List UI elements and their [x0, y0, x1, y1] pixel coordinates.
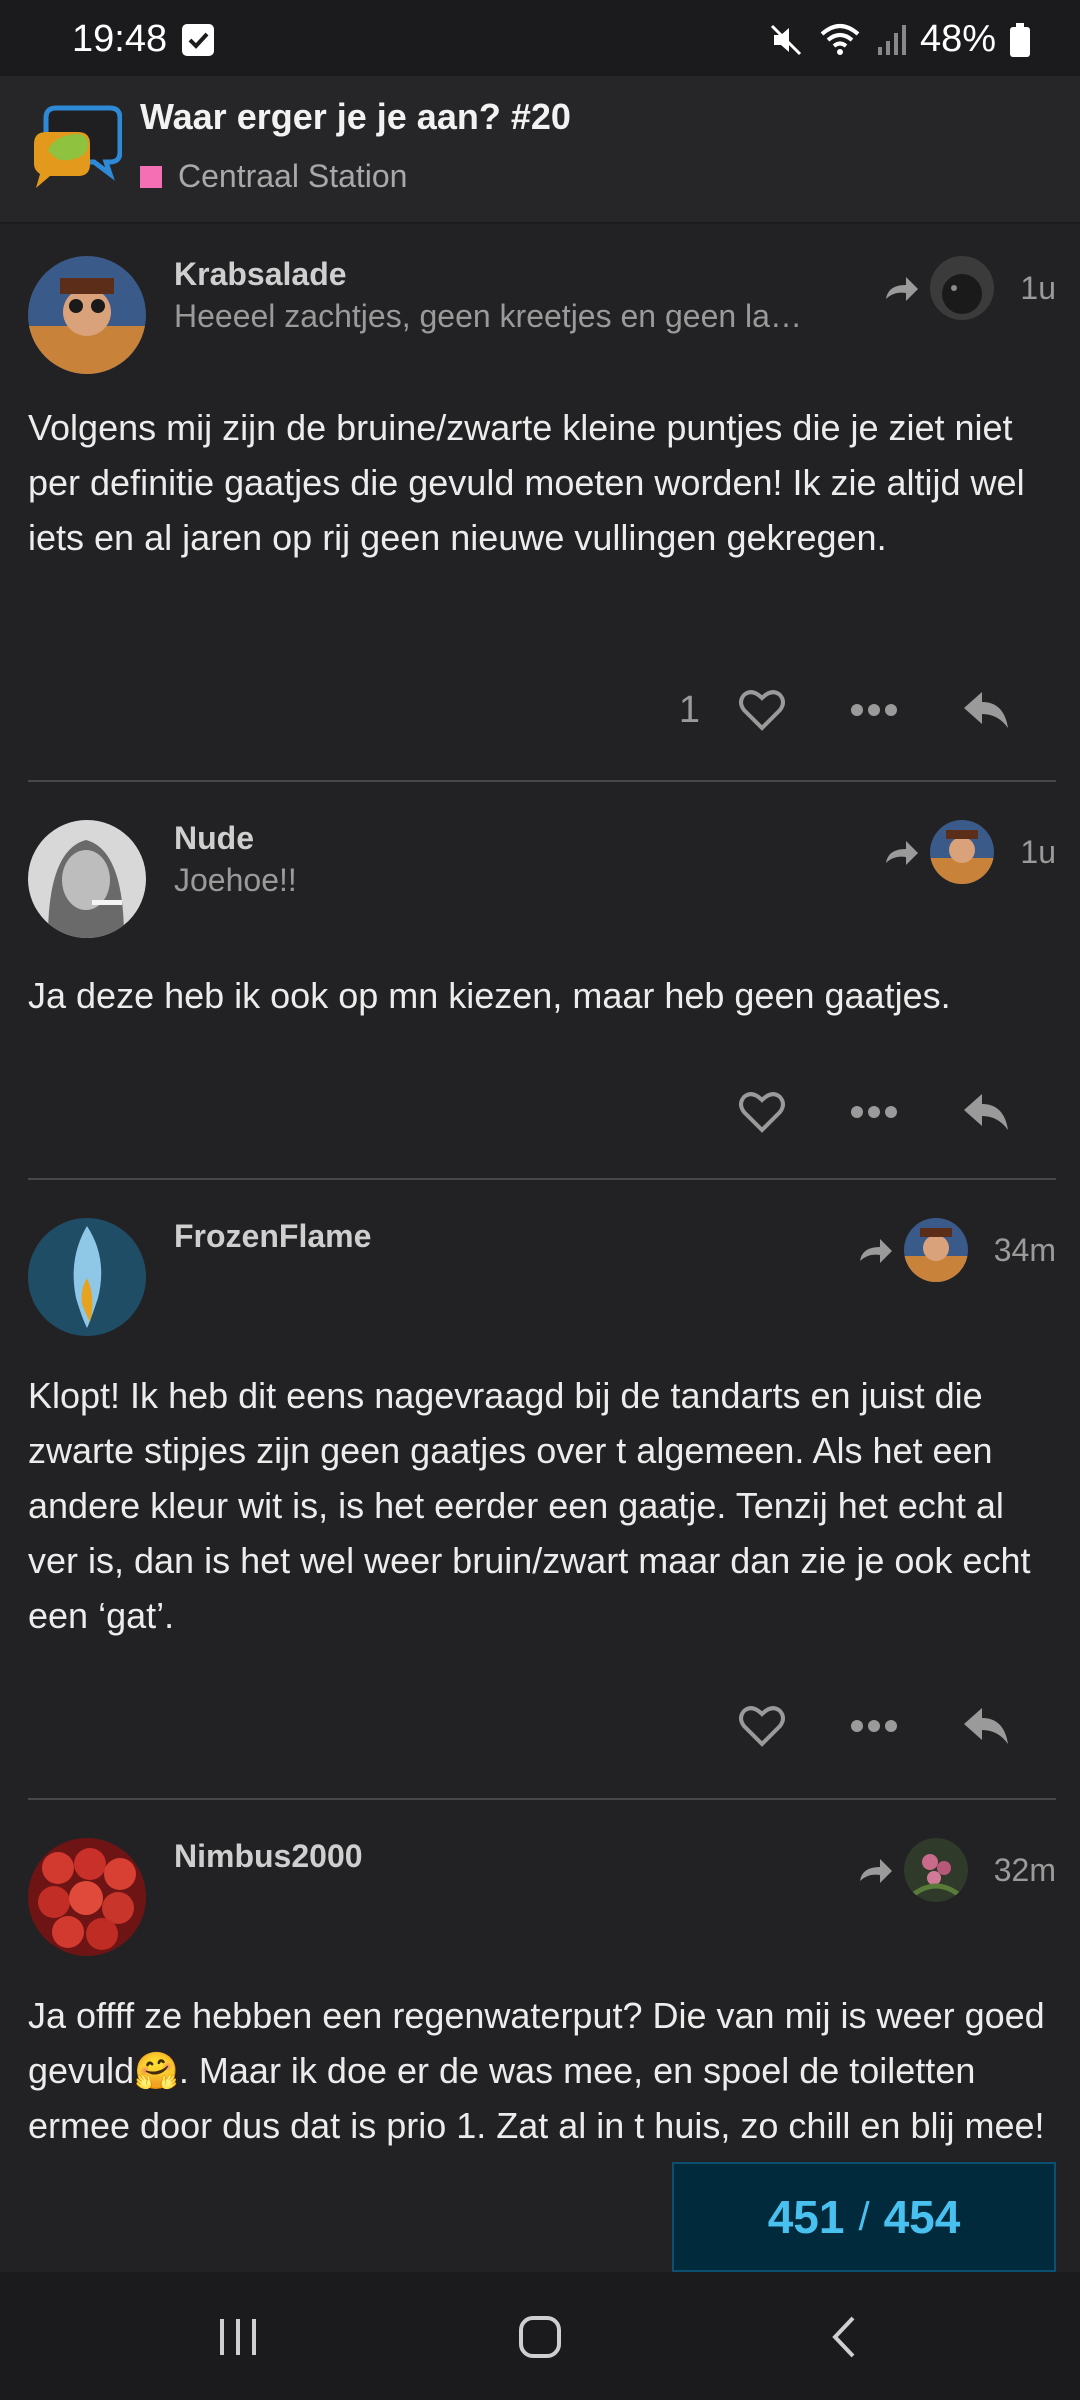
- username[interactable]: Krabsalade: [174, 256, 347, 293]
- mute-icon: [770, 24, 801, 55]
- category-color-badge: [140, 165, 162, 188]
- check-icon: [182, 24, 214, 56]
- home-icon[interactable]: [510, 2312, 570, 2362]
- wifi-icon: [820, 23, 860, 55]
- post: Nimbus2000 32m Ja offff ze hebben een re…: [28, 1838, 1056, 2218]
- back-icon[interactable]: [814, 2312, 874, 2362]
- reply-arrow-icon[interactable]: [882, 833, 920, 871]
- username[interactable]: FrozenFlame: [174, 1218, 371, 1255]
- more-icon[interactable]: [834, 680, 914, 740]
- battery-icon: [1010, 22, 1030, 57]
- reply-to-avatar[interactable]: [930, 256, 995, 320]
- battery-percent: 48%: [919, 18, 996, 60]
- post-body: Ja offff ze hebben een regenwaterput? Di…: [28, 1995, 1045, 2146]
- post-body: Volgens mij zijn de bruine/zwarte kleine…: [28, 407, 1025, 558]
- more-icon[interactable]: [834, 1696, 914, 1756]
- user-title: Joehoe!!: [174, 862, 297, 898]
- post-divider: [28, 1798, 1056, 1800]
- reply-icon[interactable]: [946, 1082, 1026, 1142]
- topic-header[interactable]: Waar erger je je aan? #20 Centraal Stati…: [0, 76, 1080, 224]
- status-time: 19:48: [72, 18, 168, 60]
- post-time[interactable]: 1u: [1020, 270, 1056, 307]
- progress-current: 451: [767, 2191, 845, 2243]
- site-logo-icon: [34, 105, 122, 188]
- heart-icon[interactable]: [722, 1082, 802, 1142]
- reply-arrow-icon[interactable]: [882, 269, 920, 307]
- avatar[interactable]: [28, 1218, 146, 1336]
- like-count[interactable]: 1: [679, 689, 700, 732]
- category-label: Centraal Station: [178, 158, 408, 194]
- post-meta: 1u: [882, 256, 1056, 320]
- post-divider: [28, 780, 1056, 782]
- post-meta: 32m: [856, 1838, 1056, 1902]
- post-time[interactable]: 32m: [994, 1852, 1056, 1889]
- reply-to-avatar[interactable]: [903, 1218, 968, 1282]
- reply-to-avatar[interactable]: [903, 1838, 968, 1902]
- reply-to-avatar[interactable]: [930, 820, 995, 884]
- topic-title[interactable]: Waar erger je je aan? #20: [140, 96, 571, 138]
- post: Nude Joehoe!! 1u Ja deze heb ik ook op m…: [28, 820, 1056, 1160]
- username[interactable]: Nimbus2000: [174, 1838, 363, 1875]
- post: FrozenFlame 34m Klopt! Ik heb dit eens n…: [28, 1218, 1056, 1758]
- post-actions: 1: [679, 680, 1026, 740]
- recent-apps-icon[interactable]: [208, 2312, 268, 2362]
- topic-progress[interactable]: 451 / 454: [672, 2162, 1056, 2272]
- user-title: Heeeel zachtjes, geen kreetjes en geen l…: [174, 298, 814, 334]
- topic-category[interactable]: Centraal Station: [140, 158, 407, 195]
- more-icon[interactable]: [834, 1082, 914, 1142]
- post-time[interactable]: 34m: [994, 1232, 1056, 1269]
- heart-icon[interactable]: [722, 1696, 802, 1756]
- signal-icon: [877, 24, 906, 55]
- reply-arrow-icon[interactable]: [856, 1231, 894, 1269]
- post: Krabsalade Heeeel zachtjes, geen kreetje…: [28, 256, 1056, 776]
- post-time[interactable]: 1u: [1020, 834, 1056, 871]
- username[interactable]: Nude: [174, 820, 254, 857]
- heart-icon[interactable]: [722, 680, 802, 740]
- post-actions: [722, 1696, 1026, 1756]
- reply-icon[interactable]: [946, 680, 1026, 740]
- progress-separator: /: [858, 2194, 870, 2239]
- post-body: Ja deze heb ik ook op mn kiezen, maar he…: [28, 975, 951, 1016]
- status-bar: 19:48 48%: [0, 0, 1080, 76]
- progress-total: 454: [883, 2191, 961, 2243]
- post-body: Klopt! Ik heb dit eens nagevraagd bij de…: [28, 1375, 1031, 1636]
- avatar[interactable]: [28, 256, 146, 374]
- post-actions: [722, 1082, 1026, 1142]
- post-meta: 1u: [882, 820, 1056, 884]
- avatar[interactable]: [28, 820, 146, 938]
- post-divider: [28, 1178, 1056, 1180]
- reply-arrow-icon[interactable]: [856, 1851, 894, 1889]
- avatar[interactable]: [28, 1838, 146, 1956]
- android-nav-bar: [0, 2272, 1080, 2400]
- status-icons: 48%: [768, 18, 1030, 61]
- reply-icon[interactable]: [946, 1696, 1026, 1756]
- post-meta: 34m: [856, 1218, 1056, 1282]
